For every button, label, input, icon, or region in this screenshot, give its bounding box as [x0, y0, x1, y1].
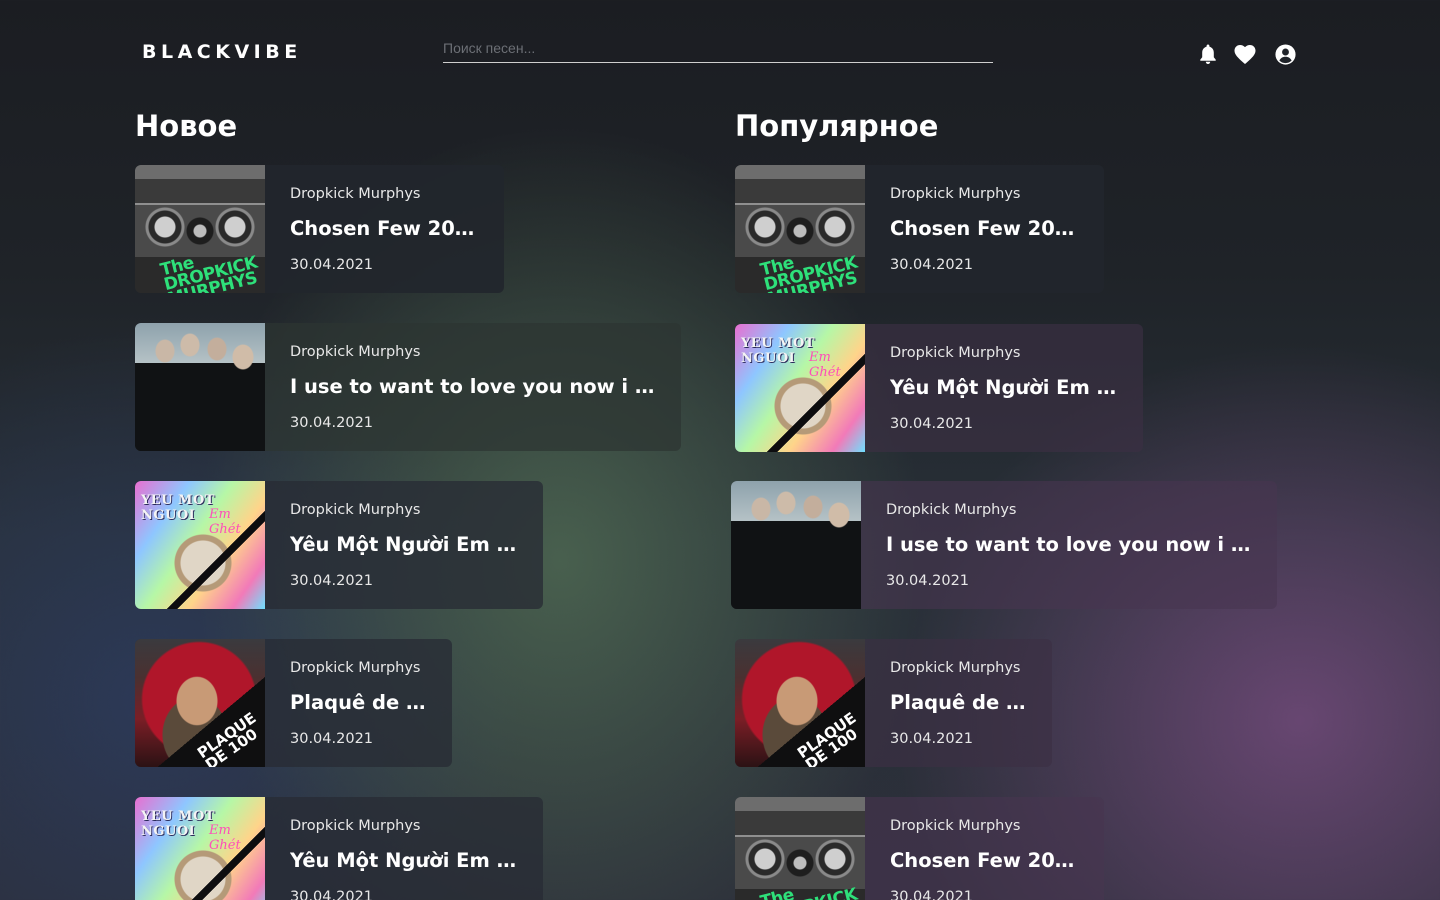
track-artist: Dropkick Murphys	[290, 344, 421, 360]
album-cover: YEU MOT NGUOI Em Ghét	[135, 797, 265, 900]
track-artist: Dropkick Murphys	[886, 502, 1017, 518]
new-track-card[interactable]: PLAQUE DE 100 Dropkick Murphys Plaquê de…	[135, 639, 452, 767]
cover-art-text: Em Ghét	[209, 823, 241, 853]
track-date: 30.04.2021	[290, 257, 374, 273]
track-date: 30.04.2021	[290, 573, 374, 589]
popular-track-card[interactable]: The DROPKICK MURPHYS Dropkick Murphys Ch…	[735, 797, 1104, 900]
cover-art-text: Em Ghét	[209, 507, 241, 537]
cover-art-text: The DROPKICK MURPHYS	[758, 252, 860, 293]
header: BLACKVIBE	[0, 0, 1440, 110]
popular-section-title: Популярное	[735, 109, 939, 143]
search-bar	[443, 36, 993, 63]
track-artist: Dropkick Murphys	[890, 345, 1021, 361]
track-date: 30.04.2021	[290, 731, 374, 747]
track-title: Chosen Few 2020	[890, 217, 1079, 240]
album-cover: PLAQUE DE 100	[735, 639, 865, 767]
track-date: 30.04.2021	[290, 415, 374, 431]
new-track-card[interactable]: The DROPKICK MURPHYS Dropkick Murphys Ch…	[135, 165, 504, 293]
track-title: I use to want to love you now i can’t …	[886, 533, 1252, 556]
album-cover: The DROPKICK MURPHYS	[735, 797, 865, 900]
track-date: 30.04.2021	[890, 416, 974, 432]
album-cover: The DROPKICK MURPHYS	[735, 165, 865, 293]
popular-track-card[interactable]: PLAQUE DE 100 Dropkick Murphys Plaquê de…	[735, 639, 1052, 767]
track-date: 30.04.2021	[886, 573, 970, 589]
heart-icon[interactable]	[1233, 42, 1257, 66]
cover-art-text: PLAQUE DE 100	[793, 708, 861, 767]
cover-art-text: The DROPKICK MURPHYS	[158, 252, 260, 293]
album-cover	[731, 481, 861, 609]
popular-track-card[interactable]: Dropkick Murphys I use to want to love y…	[731, 481, 1277, 609]
app-logo[interactable]: BLACKVIBE	[142, 41, 302, 63]
track-title: Yêu Một Người Em Ghét	[290, 533, 518, 556]
popular-track-card[interactable]: The DROPKICK MURPHYS Dropkick Murphys Ch…	[735, 165, 1104, 293]
track-artist: Dropkick Murphys	[290, 818, 421, 834]
track-title: Yêu Một Người Em Ghét	[890, 376, 1118, 399]
album-cover	[135, 323, 265, 451]
track-title: Chosen Few 2020	[890, 849, 1079, 872]
track-artist: Dropkick Murphys	[890, 660, 1021, 676]
track-date: 30.04.2021	[890, 257, 974, 273]
user-icon[interactable]	[1273, 42, 1297, 66]
track-artist: Dropkick Murphys	[890, 186, 1021, 202]
popular-track-card[interactable]: YEU MOT NGUOI Em Ghét Dropkick Murphys Y…	[735, 324, 1143, 452]
track-artist: Dropkick Murphys	[290, 186, 421, 202]
track-date: 30.04.2021	[290, 889, 374, 900]
track-date: 30.04.2021	[890, 889, 974, 900]
track-title: I use to want to love you now i can’t …	[290, 375, 656, 398]
track-artist: Dropkick Murphys	[290, 660, 421, 676]
album-cover: PLAQUE DE 100	[135, 639, 265, 767]
track-title: Plaquê de 100	[890, 691, 1027, 714]
track-title: Yêu Một Người Em Ghét	[290, 849, 518, 872]
new-section-title: Новое	[135, 109, 238, 143]
search-input[interactable]	[443, 36, 993, 60]
new-track-card[interactable]: YEU MOT NGUOI Em Ghét Dropkick Murphys Y…	[135, 481, 543, 609]
cover-art-text: Em Ghét	[809, 350, 841, 380]
album-cover: The DROPKICK MURPHYS	[135, 165, 265, 293]
track-date: 30.04.2021	[890, 731, 974, 747]
track-artist: Dropkick Murphys	[890, 818, 1021, 834]
album-cover: YEU MOT NGUOI Em Ghét	[135, 481, 265, 609]
track-artist: Dropkick Murphys	[290, 502, 421, 518]
track-title: Plaquê de 100	[290, 691, 427, 714]
new-track-card[interactable]: YEU MOT NGUOI Em Ghét Dropkick Murphys Y…	[135, 797, 543, 900]
new-track-card[interactable]: Dropkick Murphys I use to want to love y…	[135, 323, 681, 451]
bell-icon[interactable]	[1196, 42, 1220, 66]
album-cover: YEU MOT NGUOI Em Ghét	[735, 324, 865, 452]
cover-art-text: PLAQUE DE 100	[193, 708, 261, 767]
track-title: Chosen Few 2020	[290, 217, 479, 240]
cover-art-text: The DROPKICK MURPHYS	[758, 884, 859, 900]
